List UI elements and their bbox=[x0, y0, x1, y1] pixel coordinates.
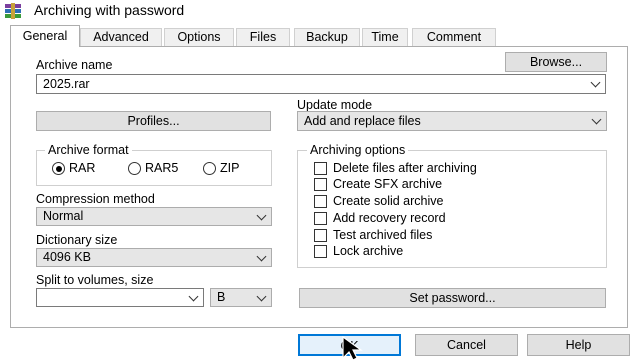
checkbox-create-sfx[interactable] bbox=[314, 178, 327, 191]
radio-rar5-label[interactable]: RAR5 bbox=[145, 161, 178, 175]
split-volumes-label: Split to volumes, size bbox=[36, 273, 154, 287]
tab-backup[interactable]: Backup bbox=[294, 28, 360, 46]
archive-name-label: Archive name bbox=[36, 58, 113, 72]
split-volumes-unit-select[interactable]: B bbox=[210, 288, 272, 307]
window-title: Archiving with password bbox=[34, 2, 185, 18]
chevron-down-icon[interactable] bbox=[591, 114, 602, 125]
tab-time[interactable]: Time bbox=[362, 28, 408, 46]
chevron-down-icon[interactable] bbox=[590, 77, 601, 88]
archive-format-label: Archive format bbox=[45, 143, 132, 157]
profiles-button[interactable]: Profiles... bbox=[36, 111, 271, 131]
radio-rar5[interactable] bbox=[128, 162, 141, 175]
compression-method-label: Compression method bbox=[36, 192, 155, 206]
checkbox-create-solid[interactable] bbox=[314, 195, 327, 208]
mouse-cursor-icon bbox=[341, 335, 377, 363]
tab-comment[interactable]: Comment bbox=[412, 28, 496, 46]
set-password-button[interactable]: Set password... bbox=[299, 288, 606, 308]
compression-method-select[interactable]: Normal bbox=[36, 207, 272, 226]
update-mode-label: Update mode bbox=[297, 98, 373, 112]
chevron-down-icon[interactable] bbox=[256, 210, 267, 220]
split-volumes-size-field[interactable] bbox=[36, 288, 204, 307]
radio-rar-label[interactable]: RAR bbox=[69, 161, 95, 175]
option-add-recovery-label[interactable]: Add recovery record bbox=[333, 211, 446, 225]
title-bar: Archiving with password bbox=[0, 0, 640, 22]
help-button[interactable]: Help bbox=[527, 334, 630, 356]
dictionary-size-select[interactable]: 4096 KB bbox=[36, 248, 272, 267]
winrar-icon bbox=[4, 3, 22, 19]
archiving-options-label: Archiving options bbox=[307, 143, 409, 157]
option-delete-files-label[interactable]: Delete files after archiving bbox=[333, 161, 477, 175]
chevron-down-icon[interactable] bbox=[256, 251, 267, 261]
checkbox-test-archived[interactable] bbox=[314, 229, 327, 242]
checkbox-add-recovery[interactable] bbox=[314, 212, 327, 225]
option-lock-archive-label[interactable]: Lock archive bbox=[333, 244, 403, 258]
dictionary-size-label: Dictionary size bbox=[36, 233, 118, 247]
tab-options[interactable]: Options bbox=[164, 28, 234, 46]
option-test-archived-label[interactable]: Test archived files bbox=[333, 228, 432, 242]
split-volumes-unit-value: B bbox=[217, 290, 226, 304]
option-create-solid-label[interactable]: Create solid archive bbox=[333, 194, 443, 208]
chevron-down-icon[interactable] bbox=[188, 291, 199, 301]
tab-general[interactable]: General bbox=[10, 25, 80, 47]
checkbox-delete-files[interactable] bbox=[314, 162, 327, 175]
radio-zip[interactable] bbox=[203, 162, 216, 175]
archive-name-value: 2025.rar bbox=[43, 77, 90, 91]
browse-button[interactable]: Browse... bbox=[505, 52, 607, 72]
update-mode-select[interactable]: Add and replace files bbox=[297, 111, 607, 131]
option-create-sfx-label[interactable]: Create SFX archive bbox=[333, 177, 442, 191]
chevron-down-icon[interactable] bbox=[256, 291, 267, 301]
checkbox-lock-archive[interactable] bbox=[314, 245, 327, 258]
archive-name-field[interactable]: 2025.rar bbox=[36, 74, 606, 94]
dictionary-size-value: 4096 KB bbox=[43, 250, 91, 264]
radio-zip-label[interactable]: ZIP bbox=[220, 161, 239, 175]
update-mode-value: Add and replace files bbox=[304, 114, 421, 128]
compression-method-value: Normal bbox=[43, 209, 84, 223]
cancel-button[interactable]: Cancel bbox=[415, 334, 518, 356]
tab-advanced[interactable]: Advanced bbox=[80, 28, 162, 46]
tab-files[interactable]: Files bbox=[236, 28, 290, 46]
radio-rar[interactable] bbox=[52, 162, 65, 175]
